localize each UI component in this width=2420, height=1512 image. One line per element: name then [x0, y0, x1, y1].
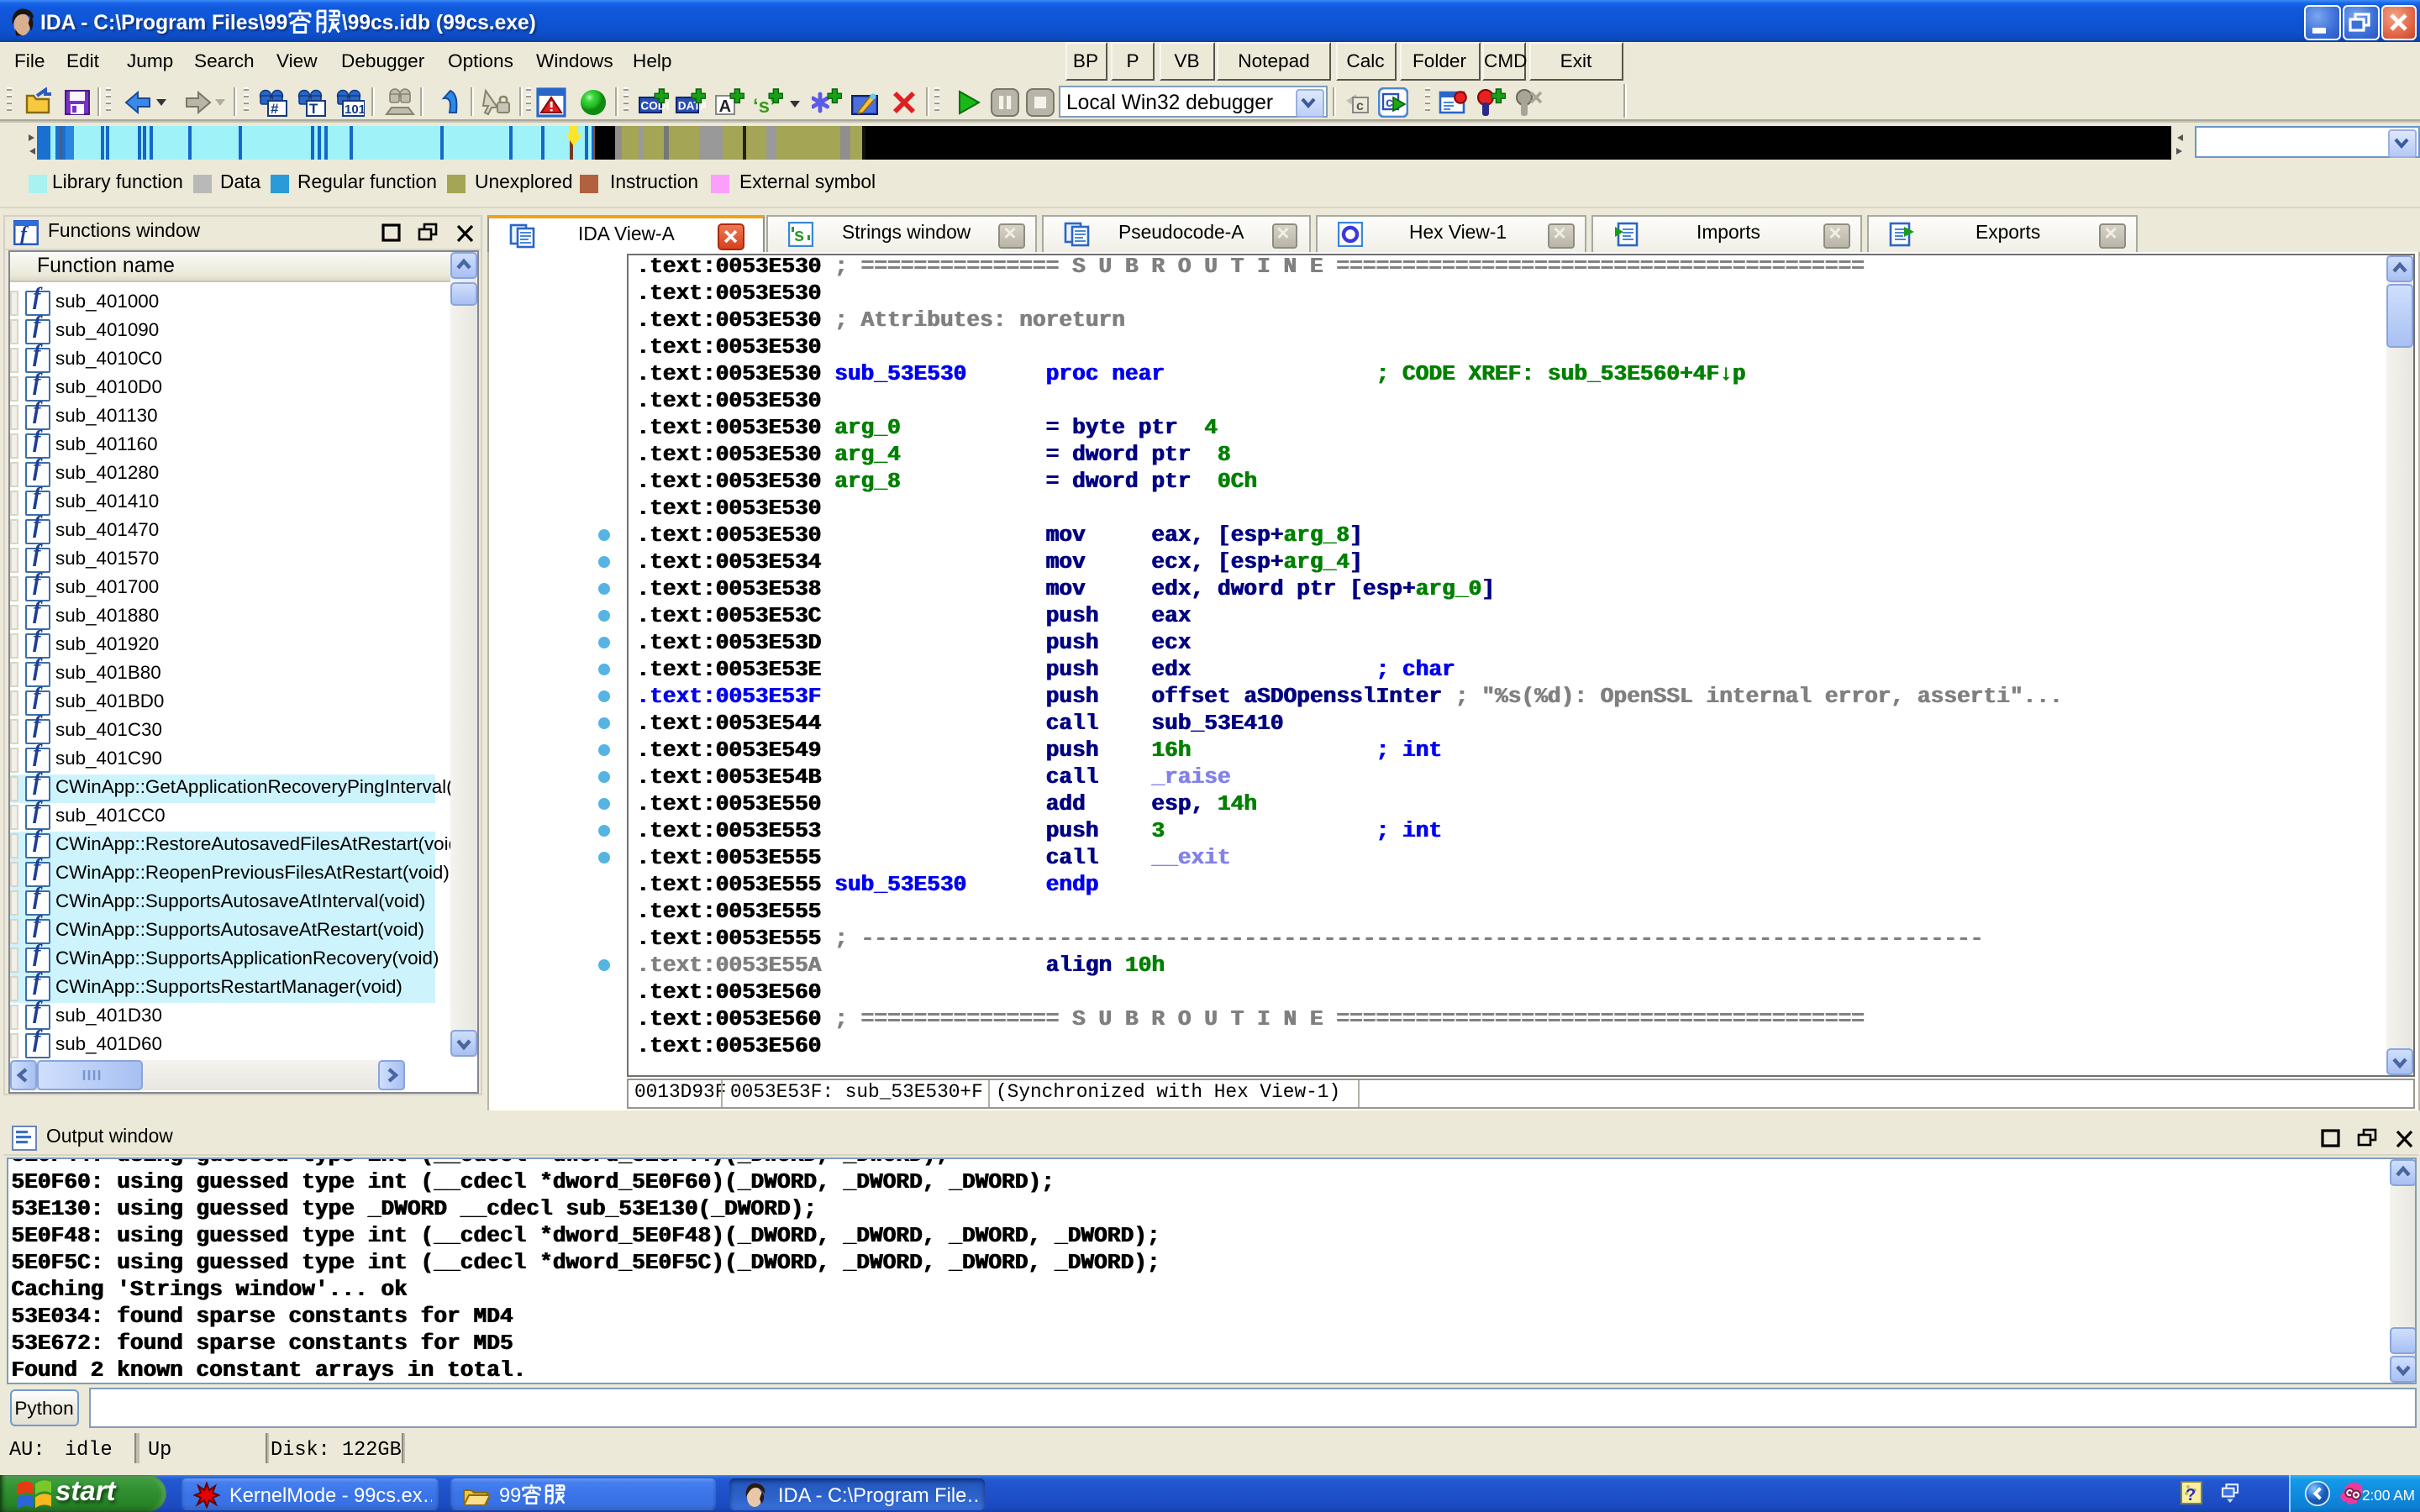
svg-text:101: 101: [344, 102, 364, 116]
svg-text:A: A: [719, 97, 731, 115]
svg-text:s: s: [794, 224, 804, 245]
svg-text:c: c: [1386, 95, 1393, 109]
svg-text:T: T: [309, 100, 318, 116]
svg-text:#: #: [271, 100, 279, 116]
svg-text:c: c: [1356, 98, 1364, 113]
svg-text:?: ?: [2185, 1486, 2195, 1504]
